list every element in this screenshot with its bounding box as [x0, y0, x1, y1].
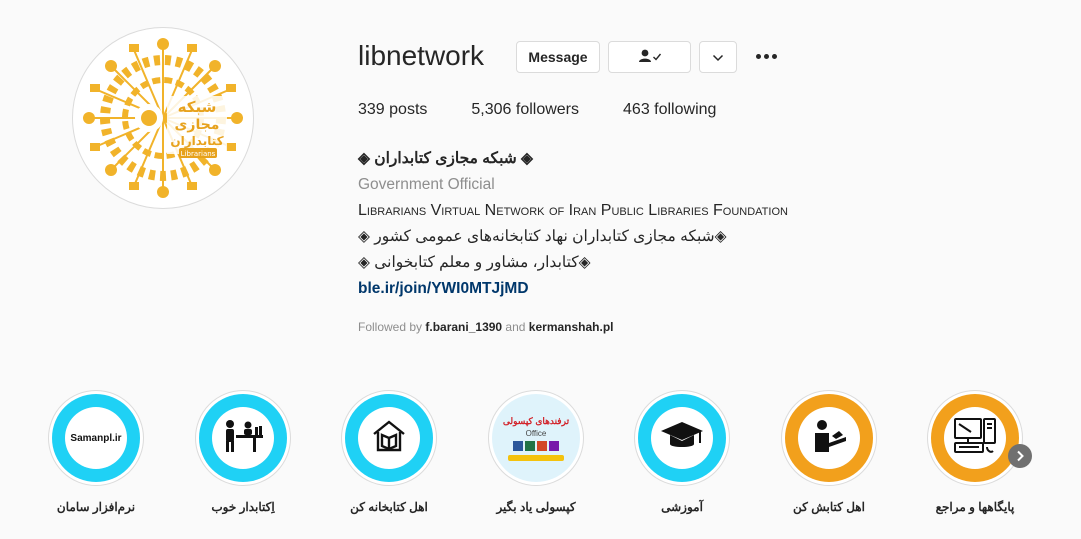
book-house-icon [371, 419, 407, 458]
chevron-right-icon[interactable] [1008, 444, 1032, 468]
followed-by-user-1[interactable]: f.barani_1390 [425, 320, 502, 334]
following-button[interactable] [608, 41, 691, 73]
computer-icon [953, 417, 997, 460]
bio-line-english: Librarians Virtual Network of Iran Publi… [358, 202, 788, 219]
followed-by-and: and [502, 320, 529, 334]
profile-category: Government Official [358, 176, 495, 193]
logo-text-mid: مجازی [175, 117, 220, 133]
message-button[interactable]: Message [516, 41, 600, 73]
highlight-make-reader[interactable]: اهل کتابش کن [774, 390, 884, 514]
graduation-cap-icon [660, 421, 704, 456]
highlight-label: پایگاهها و مراجع [935, 500, 1015, 514]
office-cover-title: ترفندهای کپسولی [502, 415, 570, 426]
highlight-label: آموزشی [661, 500, 703, 514]
highlight-label: اهل کتابش کن [793, 500, 865, 514]
followed-by-user-2[interactable]: kermanshah.pl [529, 320, 614, 334]
highlight-label: نرم‌افزار سامان [56, 500, 136, 514]
more-options-icon[interactable] [752, 44, 780, 68]
logo-text-latin: Librarians [181, 150, 216, 158]
highlight-library-user[interactable]: اهل کتابخانه کن [334, 390, 444, 514]
highlight-good-librarian[interactable]: اِکتابدار خوب [188, 390, 298, 514]
profile-bio: ◈ شبکه مجازی کتابداران ◈ Government Offi… [358, 146, 858, 302]
highlight-educational[interactable]: آموزشی [627, 390, 737, 514]
followed-by: Followed by f.barani_1390 and kermanshah… [358, 320, 614, 334]
highlight-label: اهل کتابخانه کن [350, 500, 428, 514]
highlight-saman[interactable]: Samanpl.ir نرم‌افزار سامان [41, 390, 151, 514]
chevron-down-icon [712, 49, 724, 65]
person-check-icon [638, 49, 662, 66]
highlight-label: کپسولی یاد بگیر [496, 500, 576, 514]
samanpl-text: Samanpl.ir [70, 432, 122, 444]
highlight-capsule-learn[interactable]: ترفندهای کپسولی Office کپسولی یاد بگیر [481, 390, 591, 514]
profile-stats: 339 posts 5,306 followers 463 following [358, 101, 760, 119]
posts-count: 339 posts [358, 101, 428, 118]
samanpl-cover: Samanpl.ir [52, 394, 140, 482]
librarian-desk-icon [222, 419, 264, 458]
highlight-label: اِکتابدار خوب [211, 500, 275, 514]
office-cover-subtitle: Office [525, 428, 547, 438]
suggested-accounts-button[interactable] [699, 41, 737, 73]
followers-count[interactable]: 5,306 followers [471, 101, 579, 119]
bio-link[interactable]: ble.ir/join/YWI0MTJjMD [358, 276, 858, 302]
reading-person-icon [810, 419, 848, 458]
office-cover: ترفندهای کپسولی Office [492, 394, 580, 482]
bio-line-persian-1: ◈شبکه مجازی کتابداران نهاد کتابخانه‌های … [358, 228, 727, 245]
profile-username: libnetwork [358, 40, 485, 71]
libnetwork-logo: شبکه مجازی کتابداران Librarians [75, 30, 251, 206]
profile-full-name: ◈ شبکه مجازی کتابداران ◈ [358, 150, 533, 167]
logo-text-bottom: کتابداران [170, 134, 223, 148]
logo-text-top: شبکه [178, 98, 217, 116]
profile-avatar[interactable]: شبکه مجازی کتابداران Librarians [72, 27, 254, 209]
following-count[interactable]: 463 following [623, 101, 716, 119]
followed-by-prefix: Followed by [358, 320, 426, 334]
bio-line-persian-2: ◈کتابدار، مشاور و معلم کتابخوانی ◈ [358, 254, 591, 271]
